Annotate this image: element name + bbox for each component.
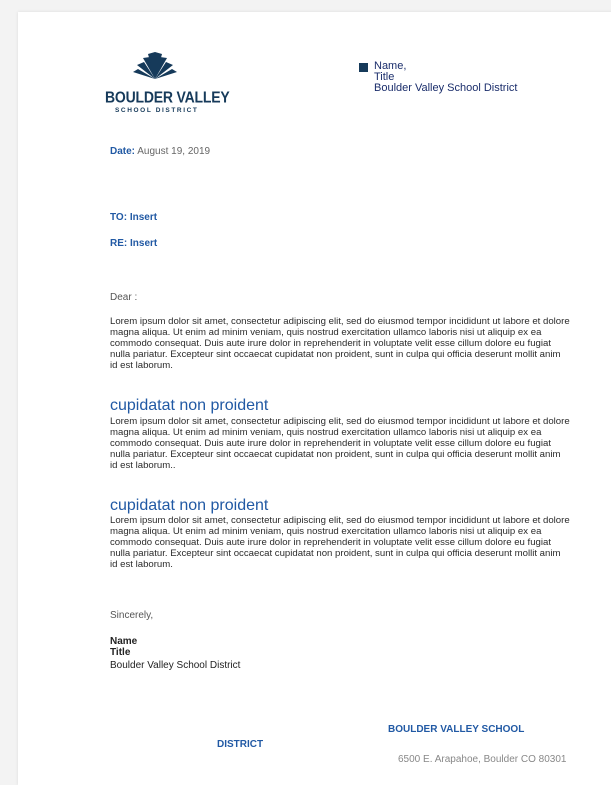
date-value: August 19, 2019: [137, 146, 211, 157]
letter-page: BOULDER VALLEY SCHOOL DISTRICT Name, Tit…: [18, 12, 611, 785]
signature-name: Name: [110, 636, 138, 647]
letter-date: Date: August 19, 2019: [110, 146, 210, 157]
date-label: Date:: [110, 146, 136, 157]
logo-subtitle: SCHOOL DISTRICT: [115, 107, 199, 114]
body-paragraph-3: Lorem ipsum dolor sit amet, consectetur …: [110, 515, 570, 570]
sender-square-icon: [359, 63, 368, 72]
closing: Sincerely,: [110, 610, 154, 621]
leaf-logo-icon: [133, 52, 177, 79]
sender-org: Boulder Valley School District: [374, 82, 518, 94]
logo-name: BOULDER VALLEY: [105, 88, 230, 106]
section-heading-1: cupidatat non proident: [110, 397, 269, 414]
signature-title: Title: [110, 647, 131, 658]
body-paragraph-1: Lorem ipsum dolor sit amet, consectetur …: [110, 316, 570, 371]
body-paragraph-2: Lorem ipsum dolor sit amet, consectetur …: [110, 416, 570, 471]
greeting: Dear :: [110, 292, 138, 303]
footer-district: DISTRICT: [217, 739, 264, 750]
to-line: TO: Insert: [110, 212, 158, 223]
footer-school-name: BOULDER VALLEY SCHOOL: [388, 724, 525, 735]
section-heading-2: cupidatat non proident: [110, 497, 269, 514]
re-line: RE: Insert: [110, 238, 158, 249]
footer-address: 6500 E. Arapahoe, Boulder CO 80301: [398, 754, 567, 765]
signature-org: Boulder Valley School District: [110, 660, 241, 671]
